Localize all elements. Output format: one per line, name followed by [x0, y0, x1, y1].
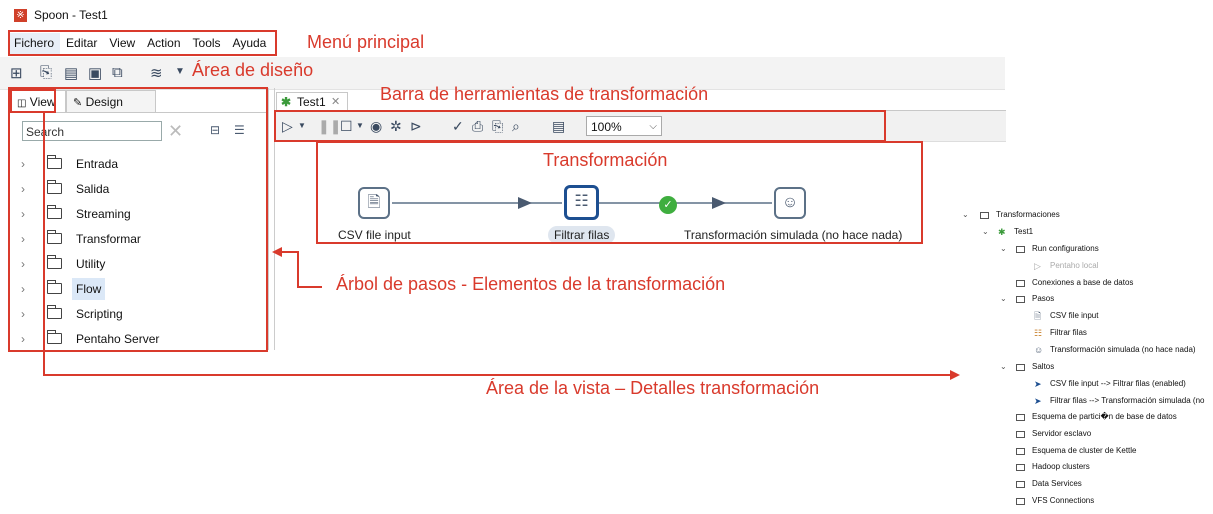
tree-label: Data Services	[1032, 479, 1082, 488]
arrow-steps-tree	[278, 251, 322, 288]
tree-label: Hadoop clusters	[1032, 462, 1090, 471]
tree-label: Esquema de partici�n de base de datos	[1032, 412, 1177, 421]
tree-label: VFS Connections	[1032, 496, 1095, 505]
folder-icon	[1016, 498, 1025, 505]
hop-arrow-icon: ➤	[1034, 396, 1042, 406]
tree-label: Esquema de cluster de Kettle	[1032, 446, 1137, 455]
folder-icon	[1016, 364, 1025, 371]
annotation-steps-tree: Árbol de pasos - Elementos de la transfo…	[336, 274, 726, 294]
folder-icon	[1016, 246, 1025, 253]
folder-icon	[1016, 448, 1025, 455]
chevron-down-icon[interactable]: ⌄	[1000, 360, 1007, 374]
run-icon: ▷	[1034, 261, 1041, 271]
chevron-down-icon[interactable]: ⌄	[1000, 242, 1007, 256]
annotation-design: Área de diseño	[192, 60, 314, 80]
tree-label: Saltos	[1032, 362, 1055, 371]
dummy-transform-icon: ☺	[1034, 345, 1044, 355]
hop-arrow-icon: ➤	[1034, 379, 1042, 389]
tree-label: Pasos	[1032, 294, 1055, 303]
annotation-menu: Menú principal	[307, 32, 425, 52]
csv-file-icon: 🗎	[1034, 311, 1042, 321]
tree-label: Servidor esclavo	[1032, 429, 1092, 438]
filter-rows-icon: ☷	[1034, 328, 1043, 338]
annotation-view-area: Área de la vista – Detalles transformaci…	[486, 378, 820, 398]
tree-label: Transformación simulada (no hace nada)	[1050, 345, 1196, 354]
folder-icon	[1016, 464, 1025, 471]
tree-label: Filtrar filas --> Transformación simulad…	[1050, 396, 1205, 405]
annotation-transformation: Transformación	[543, 150, 668, 170]
tree-label: Transformaciones	[996, 210, 1060, 219]
tree-label: Test1	[1014, 227, 1034, 236]
tree-label: CSV file input --> Filtrar filas (enable…	[1050, 379, 1186, 388]
tree-label: Run configurations	[1032, 244, 1099, 253]
view-tree: ⌄ Transformaciones ⌄ ✱ Test1 ⌄ Run confi…	[958, 202, 1213, 514]
tree-label: Conexiones a base de datos	[1032, 278, 1134, 287]
chevron-down-icon[interactable]: ⌄	[962, 208, 969, 222]
arrow-view-area	[43, 113, 952, 376]
transformation-icon: ✱	[998, 227, 1006, 237]
folder-icon	[980, 212, 989, 219]
tree-label: Filtrar filas	[1050, 328, 1087, 337]
folder-icon	[1016, 431, 1025, 438]
folder-icon	[1016, 414, 1025, 421]
folder-icon	[1016, 280, 1025, 287]
chevron-down-icon[interactable]: ⌄	[1000, 292, 1007, 306]
arrow-head	[272, 247, 282, 257]
chevron-down-icon[interactable]: ⌄	[982, 225, 989, 239]
tree-label: CSV file input	[1050, 311, 1099, 320]
tree-label: Pentaho local	[1050, 261, 1099, 270]
folder-icon	[1016, 296, 1025, 303]
annotation-trans-toolbar: Barra de herramientas de transformación	[380, 84, 709, 104]
folder-icon	[1016, 481, 1025, 488]
